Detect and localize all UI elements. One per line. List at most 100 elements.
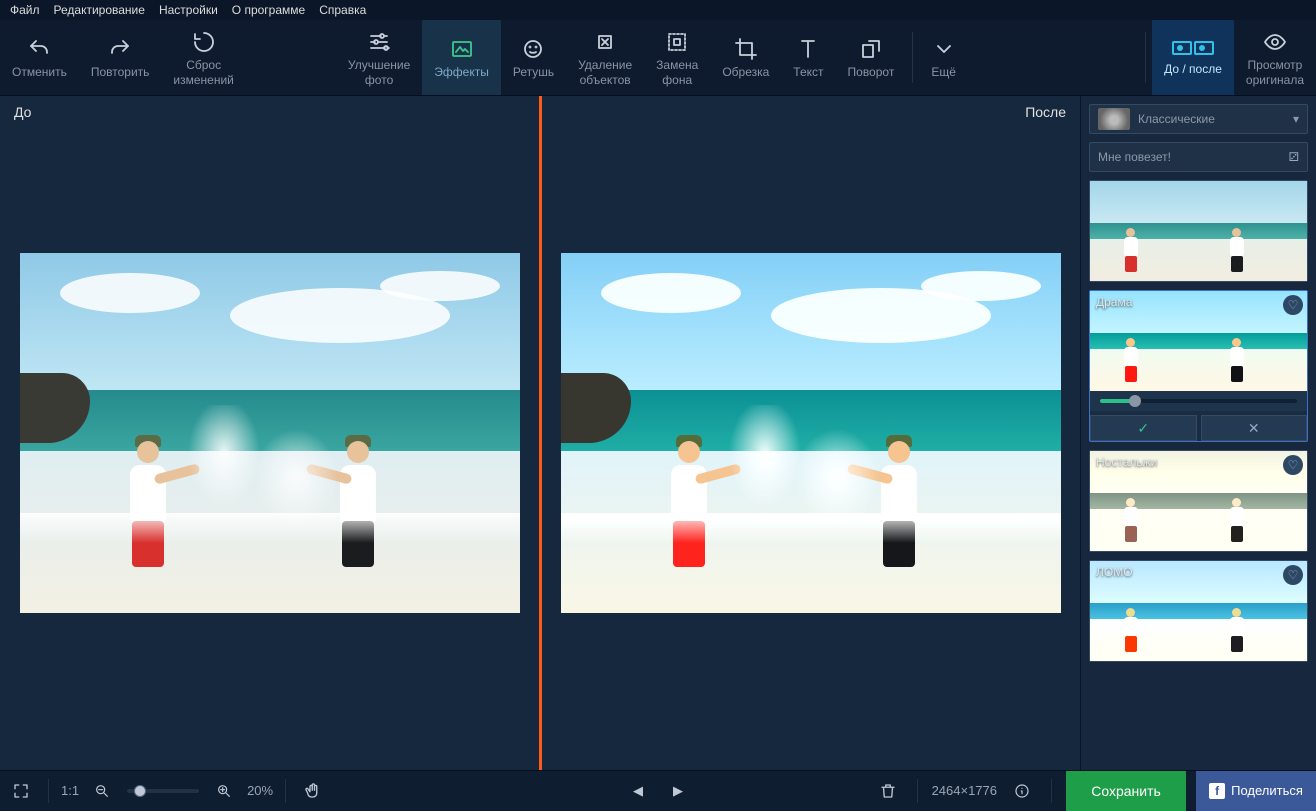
before-after-button[interactable]: До / после: [1152, 20, 1234, 95]
crop-label: Обрезка: [722, 65, 769, 79]
more-label: Ещё: [931, 65, 956, 79]
zoom-slider[interactable]: [127, 789, 199, 793]
zoom-out-button[interactable]: [87, 776, 117, 806]
dice-icon: ⚂: [1289, 150, 1299, 164]
menu-about[interactable]: О программе: [232, 3, 305, 17]
share-label: Поделиться: [1231, 783, 1303, 798]
menu-help[interactable]: Справка: [319, 3, 366, 17]
after-image: [561, 253, 1061, 613]
undo-button[interactable]: Отменить: [0, 20, 79, 95]
remove-objects-label: Удаление объектов: [578, 58, 632, 87]
info-button[interactable]: [1007, 776, 1037, 806]
effect-name: ЛОМО: [1096, 565, 1133, 579]
retouch-label: Ретушь: [513, 65, 554, 79]
content-area: До После: [0, 96, 1316, 770]
save-button[interactable]: Сохранить: [1066, 771, 1186, 811]
redo-icon: [108, 37, 132, 61]
more-button[interactable]: Ещё: [919, 20, 968, 95]
chevron-down-icon: [932, 37, 956, 61]
crop-icon: [734, 37, 758, 61]
retouch-button[interactable]: Ретушь: [501, 20, 566, 95]
before-after-label: До / после: [1164, 62, 1222, 76]
before-label: До: [14, 104, 31, 120]
effect-item[interactable]: Ностальжи ♡: [1089, 450, 1308, 552]
zoom-value: 20%: [247, 783, 273, 798]
replace-bg-label: Замена фона: [656, 58, 698, 87]
undo-icon: [27, 37, 51, 61]
effect-item[interactable]: ЛОМО ♡: [1089, 560, 1308, 662]
text-icon: [796, 37, 820, 61]
rotate-button[interactable]: Поворот: [836, 20, 907, 95]
background-icon: [665, 30, 689, 54]
effects-panel: Классические ▾ Мне повезет! ⚂ Драма ♡: [1080, 96, 1316, 770]
fullscreen-button[interactable]: [6, 776, 36, 806]
face-icon: [521, 37, 545, 61]
crop-button[interactable]: Обрезка: [710, 20, 781, 95]
menu-settings[interactable]: Настройки: [159, 3, 218, 17]
zoom-in-button[interactable]: [209, 776, 239, 806]
chevron-down-icon: ▾: [1293, 112, 1299, 126]
split-divider[interactable]: [540, 96, 542, 770]
redo-button[interactable]: Повторить: [79, 20, 162, 95]
rotate-icon: [859, 37, 883, 61]
category-label: Классические: [1138, 112, 1293, 126]
text-label: Текст: [793, 65, 823, 79]
before-after-icon: [1172, 41, 1214, 55]
effect-item[interactable]: [1089, 180, 1308, 282]
eraser-icon: [593, 30, 617, 54]
toolbar-separator: [912, 32, 913, 83]
reset-icon: [192, 30, 216, 54]
reset-button[interactable]: Сброс изменений: [161, 20, 245, 95]
toolbar-separator: [1145, 32, 1146, 83]
reset-label: Сброс изменений: [173, 58, 233, 87]
effects-label: Эффекты: [434, 65, 489, 79]
effect-item[interactable]: Драма ♡ ✓ ✕: [1089, 290, 1308, 442]
before-pane[interactable]: [0, 96, 539, 770]
effects-button[interactable]: Эффекты: [422, 20, 501, 95]
apply-effect-button[interactable]: ✓: [1090, 415, 1197, 441]
image-dimensions: 2464×1776: [932, 783, 997, 798]
status-bar: 1:1 20% ◀ ▶ 2464×1776 Сохранить f Подели…: [0, 770, 1316, 810]
view-original-button[interactable]: Просмотр оригинала: [1234, 20, 1316, 95]
before-image: [20, 253, 520, 613]
prev-image-button[interactable]: ◀: [623, 776, 653, 806]
share-button[interactable]: f Поделиться: [1196, 771, 1316, 811]
lucky-label: Мне повезет!: [1098, 150, 1171, 164]
effect-intensity-slider[interactable]: [1090, 391, 1307, 411]
image-effects-icon: [450, 37, 474, 61]
effects-category-select[interactable]: Классические ▾: [1089, 104, 1308, 134]
view-original-label: Просмотр оригинала: [1246, 58, 1304, 87]
enhance-label: Улучшение фото: [348, 58, 410, 87]
cancel-effect-button[interactable]: ✕: [1201, 415, 1308, 441]
text-button[interactable]: Текст: [781, 20, 835, 95]
after-label: После: [1025, 104, 1066, 120]
redo-label: Повторить: [91, 65, 150, 79]
category-thumbnail: [1098, 108, 1130, 130]
save-label: Сохранить: [1091, 783, 1161, 799]
favorite-icon[interactable]: ♡: [1283, 295, 1303, 315]
rotate-label: Поворот: [848, 65, 895, 79]
delete-button[interactable]: [873, 776, 903, 806]
eye-icon: [1263, 30, 1287, 54]
after-pane[interactable]: [539, 96, 1080, 770]
facebook-icon: f: [1209, 783, 1225, 799]
sliders-icon: [367, 30, 391, 54]
replace-bg-button[interactable]: Замена фона: [644, 20, 710, 95]
canvas-area: До После: [0, 96, 1080, 770]
menu-file[interactable]: Файл: [10, 3, 40, 17]
favorite-icon[interactable]: ♡: [1283, 565, 1303, 585]
next-image-button[interactable]: ▶: [663, 776, 693, 806]
effect-name: Ностальжи: [1096, 455, 1157, 469]
enhance-button[interactable]: Улучшение фото: [336, 20, 422, 95]
lucky-button[interactable]: Мне повезет! ⚂: [1089, 142, 1308, 172]
remove-objects-button[interactable]: Удаление объектов: [566, 20, 644, 95]
menu-edit[interactable]: Редактирование: [54, 3, 145, 17]
effects-list[interactable]: Драма ♡ ✓ ✕ Ностальжи ♡ ЛОМО: [1089, 180, 1308, 762]
hand-tool-button[interactable]: [298, 776, 328, 806]
undo-label: Отменить: [12, 65, 67, 79]
menu-bar: Файл Редактирование Настройки О программ…: [0, 0, 1316, 20]
favorite-icon[interactable]: ♡: [1283, 455, 1303, 475]
main-toolbar: Отменить Повторить Сброс изменений Улучш…: [0, 20, 1316, 96]
one-to-one-button[interactable]: 1:1: [61, 783, 79, 798]
effect-name: Драма: [1096, 295, 1132, 309]
